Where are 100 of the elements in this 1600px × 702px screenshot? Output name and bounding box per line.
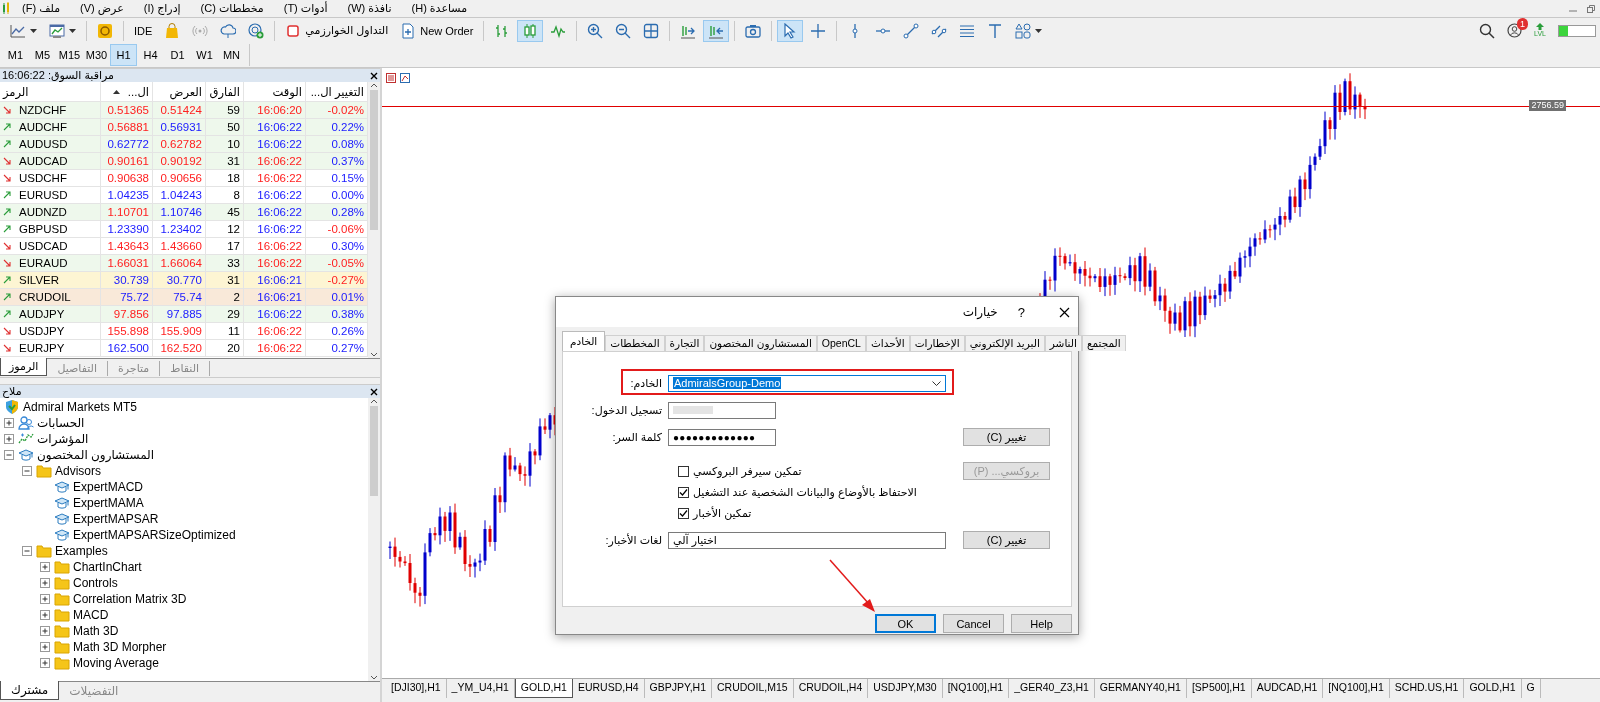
new-order-button[interactable]: New Order bbox=[395, 19, 479, 42]
panel-tab[interactable]: الرموز bbox=[0, 358, 48, 376]
chart-tab[interactable]: [NQ100],H1 bbox=[1323, 679, 1390, 698]
chart-tab[interactable]: _GER40_Z3,H1 bbox=[1009, 679, 1095, 698]
timeframe-button[interactable]: H4 bbox=[137, 44, 164, 66]
tree-item[interactable]: ChartInChart bbox=[73, 560, 142, 574]
chart-menu-icon[interactable] bbox=[386, 73, 396, 83]
tree-item[interactable]: المؤشرات bbox=[37, 432, 89, 446]
checkbox[interactable] bbox=[678, 508, 689, 519]
candles-button[interactable] bbox=[517, 19, 544, 42]
column-header[interactable]: الوقت bbox=[272, 84, 302, 99]
tree-item[interactable]: ExpertMAMA bbox=[73, 496, 144, 510]
tree-item[interactable]: MACD bbox=[73, 608, 109, 622]
tree-item[interactable]: ExpertMAPSAR bbox=[73, 512, 159, 526]
expand-icon[interactable] bbox=[40, 657, 51, 669]
menu-item[interactable]: مساعدة (H) bbox=[401, 2, 478, 15]
expand-icon[interactable] bbox=[40, 641, 51, 653]
expand-icon[interactable] bbox=[4, 433, 15, 445]
timeframe-button[interactable]: M5 bbox=[29, 44, 56, 66]
ide-button[interactable]: IDE bbox=[129, 19, 158, 42]
collapse-icon[interactable] bbox=[22, 545, 33, 557]
cursor-button[interactable] bbox=[777, 19, 804, 42]
chart-tab[interactable]: USDJPY,M30 bbox=[868, 679, 943, 698]
timeframe-button[interactable]: M1 bbox=[2, 44, 29, 66]
chart-tab[interactable]: CRUDOIL,M15 bbox=[712, 679, 794, 698]
dialog-button[interactable]: Cancel bbox=[943, 614, 1004, 633]
timeframe-button[interactable]: H1 bbox=[110, 44, 137, 66]
panel-tab[interactable]: مشترك bbox=[0, 681, 60, 700]
chart-tab[interactable]: [SP500],H1 bbox=[1186, 679, 1252, 698]
scroll-down-icon[interactable] bbox=[370, 352, 378, 358]
timeframe-button[interactable]: M15 bbox=[56, 44, 83, 66]
change-button[interactable]: تغيير (C) bbox=[963, 428, 1050, 446]
scrollbar-thumb[interactable] bbox=[370, 90, 378, 230]
help-icon[interactable]: ? bbox=[1017, 304, 1025, 320]
chart-tab[interactable]: _YM_U4,H1 bbox=[446, 679, 515, 698]
restore-icon[interactable] bbox=[1586, 3, 1596, 14]
chart-tab[interactable]: GOLD,H1 bbox=[1464, 679, 1522, 698]
dialog-tab[interactable]: الخادم bbox=[562, 331, 606, 351]
timeframe-button[interactable]: MN bbox=[218, 44, 245, 66]
chart-tab[interactable]: GBPJPY,H1 bbox=[644, 679, 713, 698]
shift-button[interactable] bbox=[703, 19, 730, 42]
dialog-tab[interactable]: الإخطارات bbox=[909, 335, 965, 351]
close-icon[interactable] bbox=[1059, 306, 1070, 318]
change-button[interactable]: تغيير (C) bbox=[963, 531, 1050, 549]
tree-item[interactable]: Correlation Matrix 3D bbox=[73, 592, 187, 606]
password-field[interactable]: ●●●●●●●●●●●●● bbox=[668, 428, 776, 446]
timeframe-button[interactable]: D1 bbox=[164, 44, 191, 66]
tree-item[interactable]: Math 3D bbox=[73, 624, 119, 638]
algo-button[interactable]: التداول الخوارزمي bbox=[280, 19, 394, 42]
expand-icon[interactable] bbox=[40, 561, 51, 573]
chart-tab[interactable]: EURUSD,H4 bbox=[572, 679, 645, 698]
dialog-tab[interactable]: البريد الإلكتروني bbox=[964, 335, 1045, 351]
dialog-tab[interactable]: التجارة bbox=[664, 335, 705, 351]
menu-item[interactable]: نافذة (W) bbox=[337, 2, 402, 15]
dialog-tab[interactable]: الناشر bbox=[1044, 335, 1082, 351]
column-header[interactable]: العرض bbox=[169, 84, 202, 99]
chart-tab[interactable]: GOLD,H1 bbox=[514, 679, 573, 698]
menu-item[interactable]: عرض (V) bbox=[70, 2, 134, 15]
column-header[interactable]: ال... bbox=[127, 84, 149, 99]
scroll-up-icon[interactable] bbox=[370, 82, 378, 88]
dialog-button[interactable]: Help bbox=[1011, 614, 1072, 633]
scrollbar-thumb[interactable] bbox=[370, 406, 378, 496]
close-icon[interactable] bbox=[370, 71, 378, 80]
column-header[interactable]: التغيير ال... bbox=[310, 84, 364, 99]
one-click-trading-icon[interactable] bbox=[400, 73, 410, 83]
tree-item[interactable]: ExpertMACD bbox=[73, 480, 143, 494]
expand-icon[interactable] bbox=[40, 609, 51, 621]
news-language-field[interactable]: اختيار آلي bbox=[668, 531, 946, 549]
timeframe-button[interactable]: W1 bbox=[191, 44, 218, 66]
tree-item[interactable]: Advisors bbox=[55, 464, 101, 478]
chart-tab[interactable]: G bbox=[1521, 679, 1541, 698]
timeframe-button[interactable]: M30 bbox=[83, 44, 110, 66]
tree-item[interactable]: Controls bbox=[73, 576, 118, 590]
tree-item[interactable]: ExpertMAPSARSizeOptimized bbox=[73, 528, 236, 542]
tree-item[interactable]: الحسابات bbox=[37, 416, 85, 430]
menu-item[interactable]: إدراج (I) bbox=[133, 2, 191, 15]
dialog-tab[interactable]: OpenCL bbox=[816, 335, 866, 351]
expand-icon[interactable] bbox=[40, 625, 51, 637]
tree-item[interactable]: المستشارون المختصون bbox=[37, 448, 155, 462]
dialog-tab[interactable]: المجتمع bbox=[1081, 335, 1126, 351]
search-icon[interactable] bbox=[1479, 22, 1496, 39]
menu-item[interactable]: أدوات (T) bbox=[273, 2, 338, 15]
server-dropdown[interactable]: AdmiralsGroup-Demo bbox=[668, 374, 946, 392]
dialog-tab[interactable]: المستشارون المختصون bbox=[704, 335, 817, 351]
collapse-icon[interactable] bbox=[4, 449, 15, 461]
tree-item[interactable]: Admiral Markets MT5 bbox=[23, 400, 138, 414]
dialog-button[interactable]: OK bbox=[875, 614, 936, 633]
chart-tab[interactable]: AUDCAD,H1 bbox=[1251, 679, 1324, 698]
chart-tab[interactable]: [NQ100],H1 bbox=[942, 679, 1010, 698]
chart-tab[interactable]: [DJI30],H1 bbox=[386, 679, 447, 698]
dialog-tab[interactable]: الأحداث bbox=[865, 335, 910, 351]
expand-icon[interactable] bbox=[40, 577, 51, 589]
column-header[interactable]: الفارق bbox=[209, 84, 240, 99]
scroll-down-icon[interactable] bbox=[370, 675, 378, 681]
column-header[interactable]: الرمز bbox=[3, 84, 29, 99]
dialog-tab[interactable]: المخططات bbox=[605, 335, 665, 351]
checkbox[interactable] bbox=[678, 466, 689, 477]
chart-tab[interactable]: CRUDOIL,H4 bbox=[793, 679, 869, 698]
login-field[interactable] bbox=[668, 401, 776, 419]
scroll-up-icon[interactable] bbox=[370, 398, 378, 404]
